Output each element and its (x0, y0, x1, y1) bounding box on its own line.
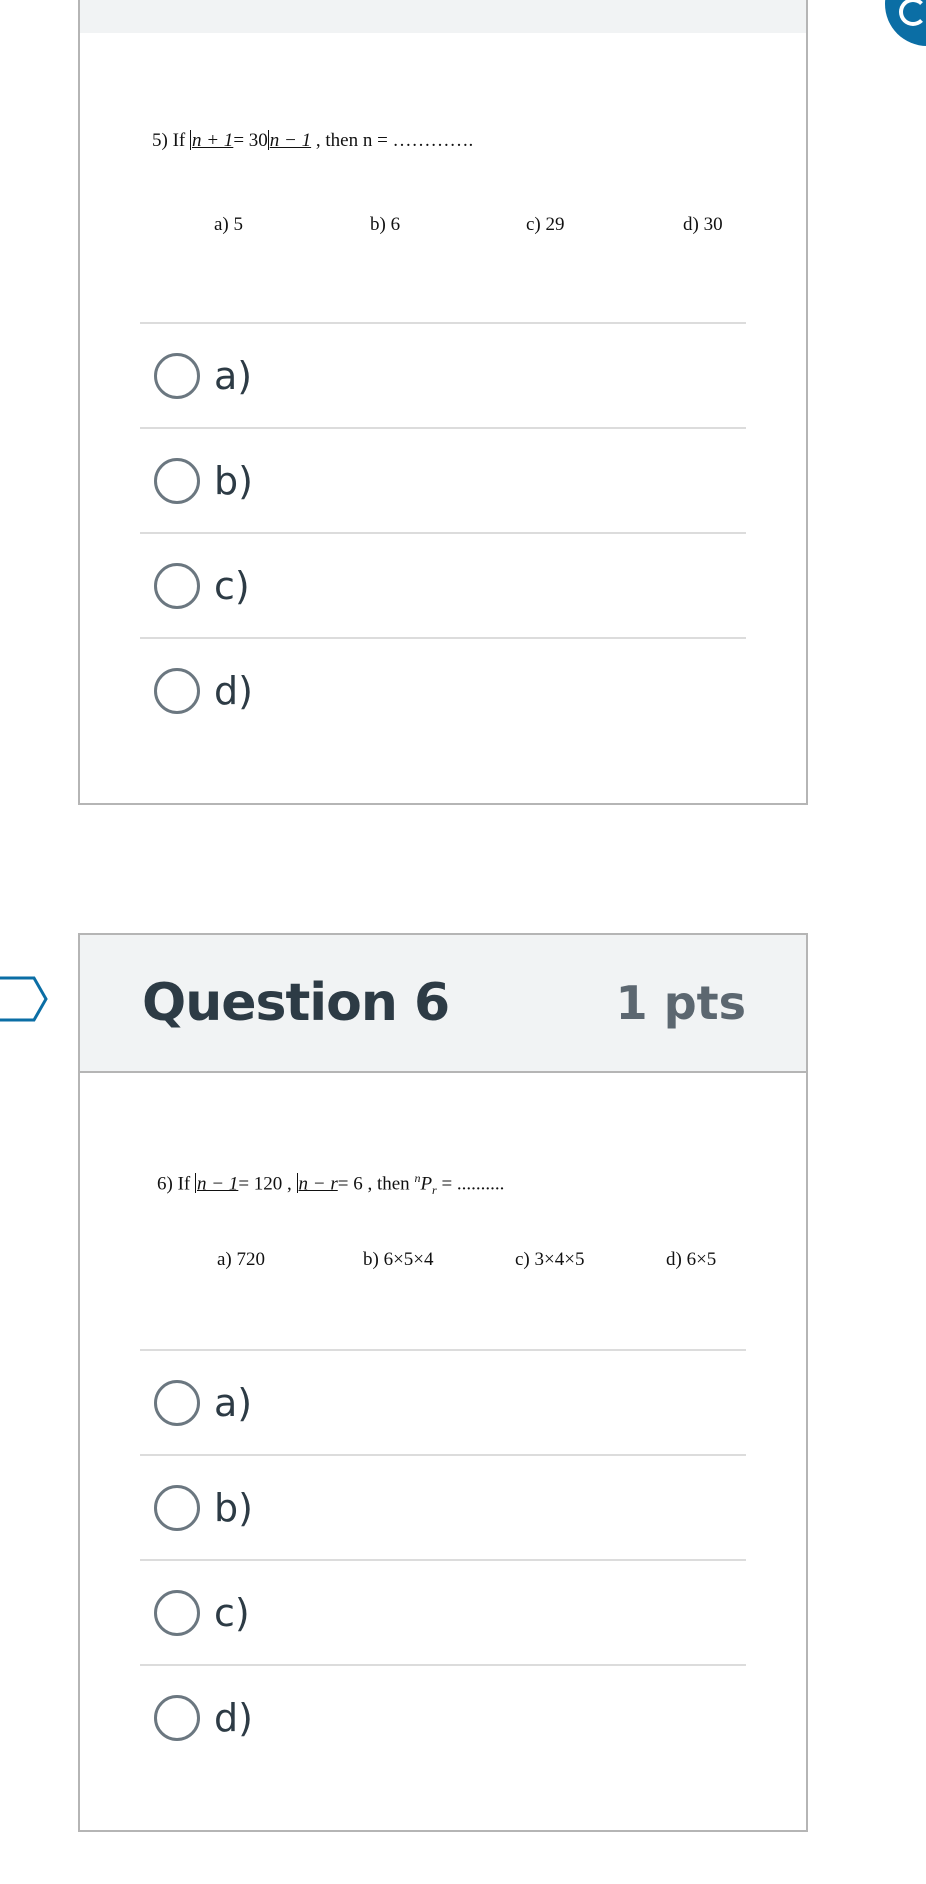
answer-label: a) (214, 353, 253, 398)
question-6-stem: 6) If n − 1= 120 , n − r= 6 , then nPr =… (157, 1171, 504, 1198)
answer-label: d) (214, 1695, 253, 1740)
stem-text: = 120 , (238, 1173, 292, 1195)
stem-text: 6) If (157, 1173, 191, 1195)
answer-option-a[interactable]: a) (140, 322, 746, 427)
stem-factorial-2: n − r (298, 1173, 338, 1195)
stem-factorial-1: n − 1 (196, 1173, 239, 1195)
choice-text: d) 6×5 (666, 1249, 717, 1270)
help-icon[interactable] (885, 0, 926, 46)
radio-button[interactable] (154, 1484, 200, 1531)
stem-text: = .......... (441, 1173, 505, 1195)
question-5-choices: a) 5 b) 6 c) 29 d) 30 (214, 214, 723, 236)
stem-text: , then n = …………. (315, 130, 474, 151)
question-5-card: 5) If n + 1= 30 n − 1 , then n = …………. a)… (78, 33, 808, 805)
radio-button[interactable] (154, 562, 200, 609)
perm-symbol: P (420, 1173, 433, 1195)
answer-option-a[interactable]: a) (140, 1349, 746, 1454)
perm-subscript: r (432, 1183, 437, 1198)
answer-option-c[interactable]: c) (140, 532, 746, 637)
radio-button[interactable] (154, 667, 200, 714)
factorial-bar (267, 130, 269, 150)
question-title: Question 6 (142, 973, 450, 1033)
question-6-card: Question 6 1 pts 6) If n − 1= 120 , n − … (78, 933, 808, 1832)
radio-button[interactable] (154, 1379, 200, 1426)
stem-text: = 6 , then (337, 1173, 410, 1195)
answer-option-d[interactable]: d) (140, 637, 746, 742)
radio-button[interactable] (154, 457, 200, 504)
question-6-header: Question 6 1 pts (80, 935, 806, 1073)
answer-option-d[interactable]: d) (140, 1664, 746, 1769)
question-6-choices: a) 720 b) 6×5×4 c) 3×4×5 d) 6×5 (217, 1249, 716, 1271)
question-5-answers: a) b) c) d) (140, 322, 746, 742)
stem-factorial-1: n + 1 (191, 130, 234, 151)
choice-text: c) 29 (526, 214, 565, 235)
factorial-bar (189, 130, 191, 150)
factorial-bar (296, 1173, 298, 1194)
flag-outline-icon[interactable] (0, 974, 50, 1024)
answer-label: c) (214, 563, 250, 608)
answer-option-b[interactable]: b) (140, 1454, 746, 1559)
answer-label: a) (214, 1380, 253, 1425)
choice-text: a) 5 (214, 214, 244, 235)
choice-text: b) 6×5×4 (363, 1249, 434, 1270)
question-6-answers: a) b) c) d) (140, 1349, 746, 1769)
question-5-header (78, 0, 808, 35)
answer-option-b[interactable]: b) (140, 427, 746, 532)
question-points: 1 pts (615, 976, 746, 1030)
choice-text: b) 6 (370, 214, 401, 235)
stem-text: 5) If (152, 130, 186, 151)
question-5-stem: 5) If n + 1= 30 n − 1 , then n = …………. (152, 130, 473, 152)
answer-label: b) (214, 1485, 253, 1530)
factorial-bar (194, 1173, 196, 1194)
choice-text: d) 30 (683, 214, 723, 235)
choice-text: a) 720 (217, 1249, 266, 1270)
answer-option-c[interactable]: c) (140, 1559, 746, 1664)
stem-factorial-2: n − 1 (269, 130, 312, 151)
answer-label: c) (214, 1590, 250, 1635)
radio-button[interactable] (154, 1589, 200, 1636)
answer-label: d) (214, 668, 253, 713)
radio-button[interactable] (154, 352, 200, 399)
stem-text: = 30 (233, 130, 268, 151)
answer-label: b) (214, 458, 253, 503)
radio-button[interactable] (154, 1694, 200, 1741)
choice-text: c) 3×4×5 (515, 1249, 585, 1270)
